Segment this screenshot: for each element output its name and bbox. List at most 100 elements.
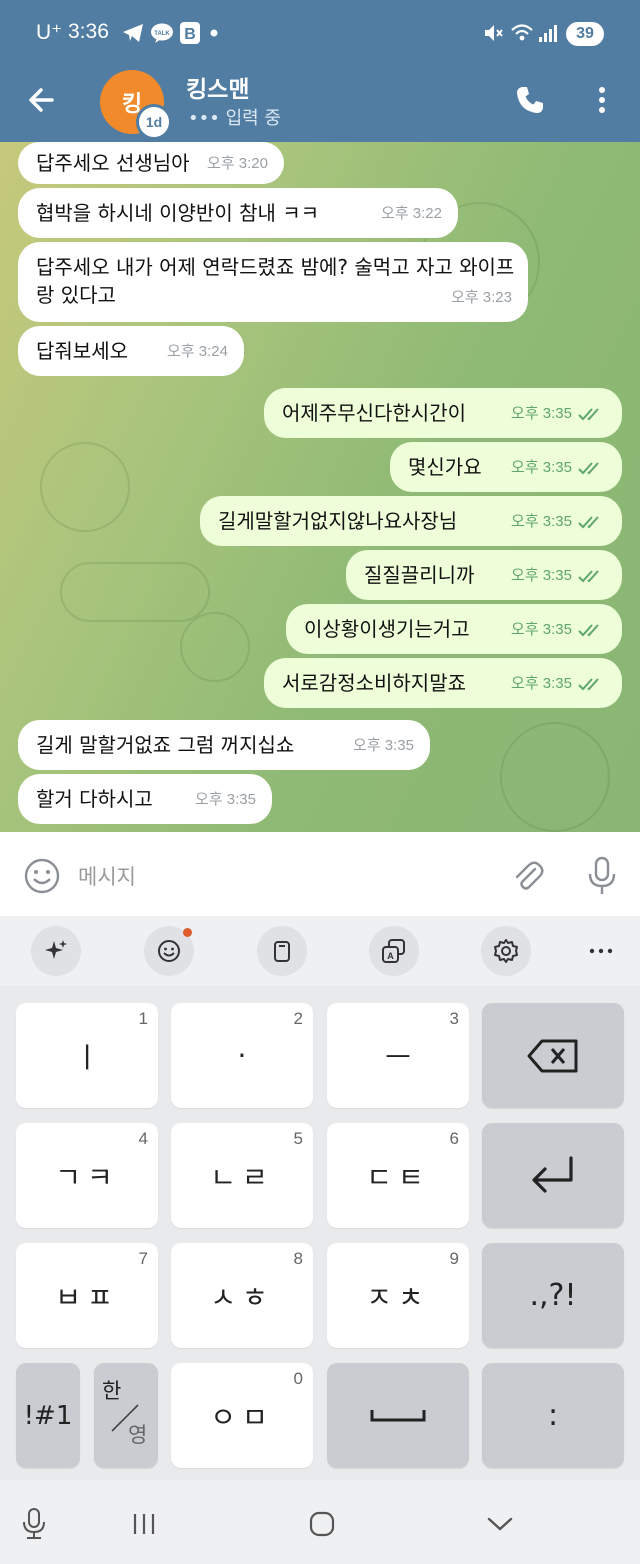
message-outgoing[interactable]: 서로감정소비하지말죠 오후 3:35 bbox=[264, 658, 622, 708]
message-time: 오후 3:22 bbox=[381, 205, 442, 222]
enter-key[interactable] bbox=[482, 1123, 624, 1228]
more-menu-button[interactable] bbox=[590, 80, 614, 120]
key-g-k[interactable]: 4 ㄱㅋ bbox=[16, 1123, 158, 1228]
mute-icon bbox=[482, 22, 504, 44]
key-label: !#1 bbox=[23, 1400, 73, 1431]
key-label: ㄴㄹ bbox=[210, 1160, 274, 1194]
microphone-icon bbox=[23, 1508, 45, 1539]
message-outgoing[interactable]: 이상황이생기는거고 오후 3:35 bbox=[286, 604, 622, 654]
message-time: 오후 3:23 bbox=[451, 289, 512, 306]
key-s-h[interactable]: 8 ㅅㅎ bbox=[171, 1243, 313, 1348]
typing-status: ••• 입력 중 bbox=[188, 108, 281, 129]
voice-input-button[interactable] bbox=[14, 1506, 54, 1542]
settings-icon bbox=[494, 939, 518, 963]
voice-record-button[interactable] bbox=[582, 854, 622, 898]
home-icon bbox=[309, 1511, 335, 1537]
back-arrow-icon bbox=[29, 88, 54, 112]
language-switch-key[interactable]: 한 영 bbox=[94, 1363, 158, 1468]
message-incoming[interactable]: 협박을 하시네 이양반이 참내 ㅋㅋ 오후 3:22 bbox=[18, 188, 458, 238]
emoji-panel-button[interactable] bbox=[144, 926, 194, 976]
message-input[interactable] bbox=[78, 860, 478, 894]
key-i-vowel[interactable]: 1 ㅣ bbox=[16, 1003, 158, 1108]
message-text: 할거 다하시고 bbox=[36, 787, 153, 811]
chat-messages-area[interactable]: 답주세오 선생님아 오후 3:20 협박을 하시네 이양반이 참내 ㅋㅋ 오후 … bbox=[0, 142, 640, 832]
key-d-t[interactable]: 6 ㄷㅌ bbox=[327, 1123, 469, 1228]
key-number: 6 bbox=[449, 1129, 459, 1148]
message-outgoing[interactable]: 몇신가요 오후 3:35 bbox=[390, 442, 622, 492]
key-n-r[interactable]: 5 ㄴㄹ bbox=[171, 1123, 313, 1228]
space-key[interactable] bbox=[327, 1363, 469, 1468]
signal-icon bbox=[538, 22, 558, 44]
chat-title[interactable]: 킹스맨 bbox=[186, 70, 249, 104]
key-j-ch[interactable]: 9 ㅈㅊ bbox=[327, 1243, 469, 1348]
message-time: 오후 3:35 bbox=[511, 405, 572, 422]
message-text: 서로감정소비하지말죠 bbox=[282, 671, 466, 695]
key-ng-m[interactable]: 0 ㅇㅁ bbox=[171, 1363, 313, 1468]
message-outgoing[interactable]: 질질끌리니까 오후 3:35 bbox=[346, 550, 622, 600]
microphone-icon bbox=[588, 856, 616, 894]
back-button[interactable] bbox=[22, 80, 62, 120]
colon-key[interactable]: : bbox=[482, 1363, 624, 1468]
message-outgoing[interactable]: 어제주무신다한시간이 오후 3:35 bbox=[264, 388, 622, 438]
message-time: 오후 3:20 bbox=[207, 155, 268, 172]
recent-apps-button[interactable] bbox=[124, 1506, 164, 1542]
message-text: 협박을 하시네 이양반이 참내 ㅋㅋ bbox=[36, 201, 320, 225]
message-time: 오후 3:35 bbox=[511, 459, 572, 476]
symbols-key[interactable]: !#1 bbox=[16, 1363, 80, 1468]
key-dot-vowel[interactable]: 2 · bbox=[171, 1003, 313, 1108]
message-incoming[interactable]: 답주세오 내가 어제 연락드렸죠 밤에? 술먹고 자고 와이프랑 있다고 오후 … bbox=[18, 242, 528, 322]
message-text: 어제주무신다한시간이 bbox=[282, 401, 466, 425]
smiley-icon bbox=[24, 858, 60, 894]
key-label: ㄱㅋ bbox=[55, 1160, 119, 1194]
space-icon bbox=[370, 1409, 426, 1421]
key-number: 2 bbox=[293, 1009, 303, 1028]
translate-button[interactable]: A bbox=[369, 926, 419, 976]
key-label: ㄷㅌ bbox=[366, 1160, 430, 1194]
message-outgoing[interactable]: 길게말할거없지않나요사장님 오후 3:35 bbox=[200, 496, 622, 546]
backspace-key[interactable] bbox=[482, 1003, 624, 1108]
avatar-timer-badge: 1d bbox=[136, 104, 172, 140]
home-button[interactable] bbox=[302, 1506, 342, 1542]
message-incoming[interactable]: 답주세오 선생님아 오후 3:20 bbox=[18, 142, 284, 184]
notification-dot bbox=[183, 928, 192, 937]
key-number: 9 bbox=[449, 1249, 459, 1268]
background-doodle bbox=[180, 612, 250, 682]
ai-tools-button[interactable] bbox=[31, 926, 81, 976]
call-button[interactable] bbox=[510, 80, 550, 120]
message-incoming[interactable]: 답줘보세오 오후 3:24 bbox=[18, 326, 244, 376]
more-icon bbox=[589, 948, 613, 954]
emoji-button[interactable] bbox=[22, 856, 62, 896]
message-incoming[interactable]: 할거 다하시고 오후 3:35 bbox=[18, 774, 272, 824]
hide-keyboard-button[interactable] bbox=[480, 1506, 520, 1542]
message-text: 답줘보세오 bbox=[36, 339, 128, 363]
telegram-icon bbox=[122, 22, 144, 44]
wifi-icon bbox=[510, 22, 534, 44]
message-time: 오후 3:35 bbox=[511, 621, 572, 638]
key-label: : bbox=[547, 1398, 559, 1433]
key-number: 4 bbox=[138, 1129, 148, 1148]
punctuation-key[interactable]: .,?! bbox=[482, 1243, 624, 1348]
key-number: 3 bbox=[449, 1009, 459, 1028]
message-incoming[interactable]: 길게 말할거없죠 그럼 꺼지십쇼 오후 3:35 bbox=[18, 720, 430, 770]
attach-button[interactable] bbox=[508, 856, 548, 896]
key-b-p[interactable]: 7 ㅂㅍ bbox=[16, 1243, 158, 1348]
battery-indicator: 39 bbox=[566, 22, 604, 46]
message-text: 몇신가요 bbox=[408, 455, 482, 479]
phone-icon bbox=[517, 87, 543, 113]
top-bar: U⁺ 3:36 TALK B 39 킹 1d 킹스맨 ••• 입력 중 bbox=[0, 0, 640, 142]
toolbar-more-button[interactable] bbox=[576, 926, 626, 976]
clipboard-button[interactable] bbox=[257, 926, 307, 976]
message-time: 오후 3:35 bbox=[511, 567, 572, 584]
message-time: 오후 3:35 bbox=[195, 791, 256, 808]
message-text: 이상황이생기는거고 bbox=[304, 617, 470, 641]
message-time: 오후 3:35 bbox=[511, 675, 572, 692]
message-time: 오후 3:35 bbox=[511, 513, 572, 530]
double-check-icon bbox=[578, 408, 599, 421]
paperclip-icon bbox=[515, 861, 544, 890]
key-eu-vowel[interactable]: 3 ㅡ bbox=[327, 1003, 469, 1108]
key-number: 8 bbox=[293, 1249, 303, 1268]
keyboard-settings-button[interactable] bbox=[481, 926, 531, 976]
double-check-icon bbox=[578, 570, 599, 583]
key-label: ㅂㅍ bbox=[55, 1280, 119, 1314]
key-label: ㅅㅎ bbox=[210, 1280, 274, 1314]
